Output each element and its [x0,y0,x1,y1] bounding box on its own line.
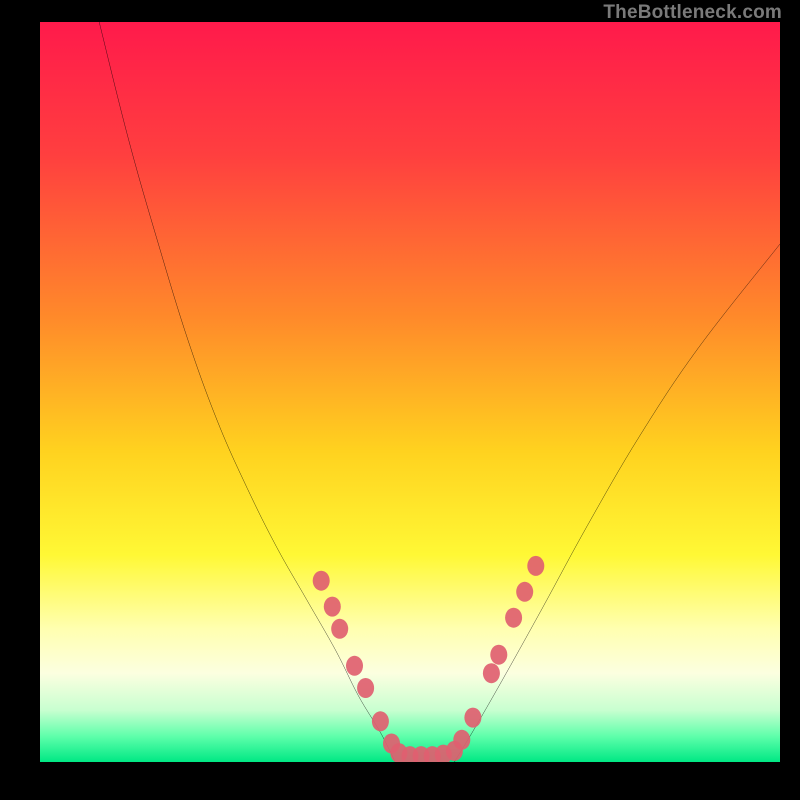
marker-dot [527,556,544,576]
marker-dot [483,663,500,683]
marker-dot [357,678,374,698]
marker-dot [324,597,341,617]
marker-dot [453,730,470,750]
highlight-dots [313,556,545,762]
marker-dot [346,656,363,676]
watermark-text: TheBottleneck.com [603,2,782,24]
marker-dot [464,708,481,728]
chart-stage: TheBottleneck.com [0,0,800,800]
marker-dot [331,619,348,639]
left-curve [99,22,395,762]
marker-dot [372,711,389,731]
marker-dot [313,571,330,591]
marker-dot [516,582,533,602]
right-curve [454,244,780,762]
marker-dot [505,608,522,628]
marker-dot [490,645,507,665]
plot-area [40,22,780,762]
curves-layer [40,22,780,762]
